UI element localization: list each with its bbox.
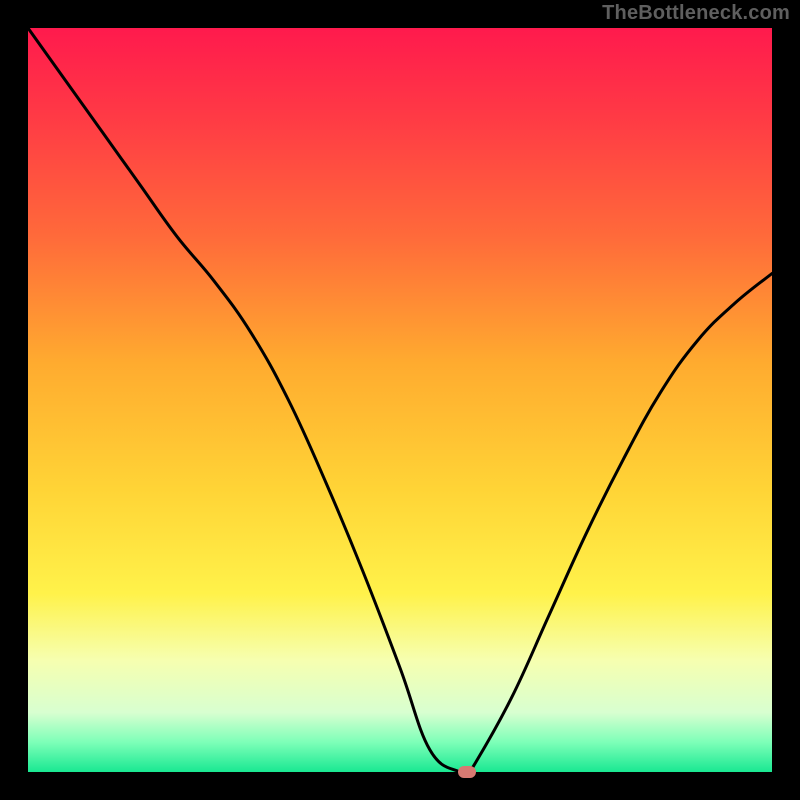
optimal-point-marker bbox=[458, 766, 476, 778]
watermark-text: TheBottleneck.com bbox=[602, 2, 790, 25]
chart-container: TheBottleneck.com bbox=[0, 0, 800, 800]
plot-area bbox=[28, 28, 772, 772]
